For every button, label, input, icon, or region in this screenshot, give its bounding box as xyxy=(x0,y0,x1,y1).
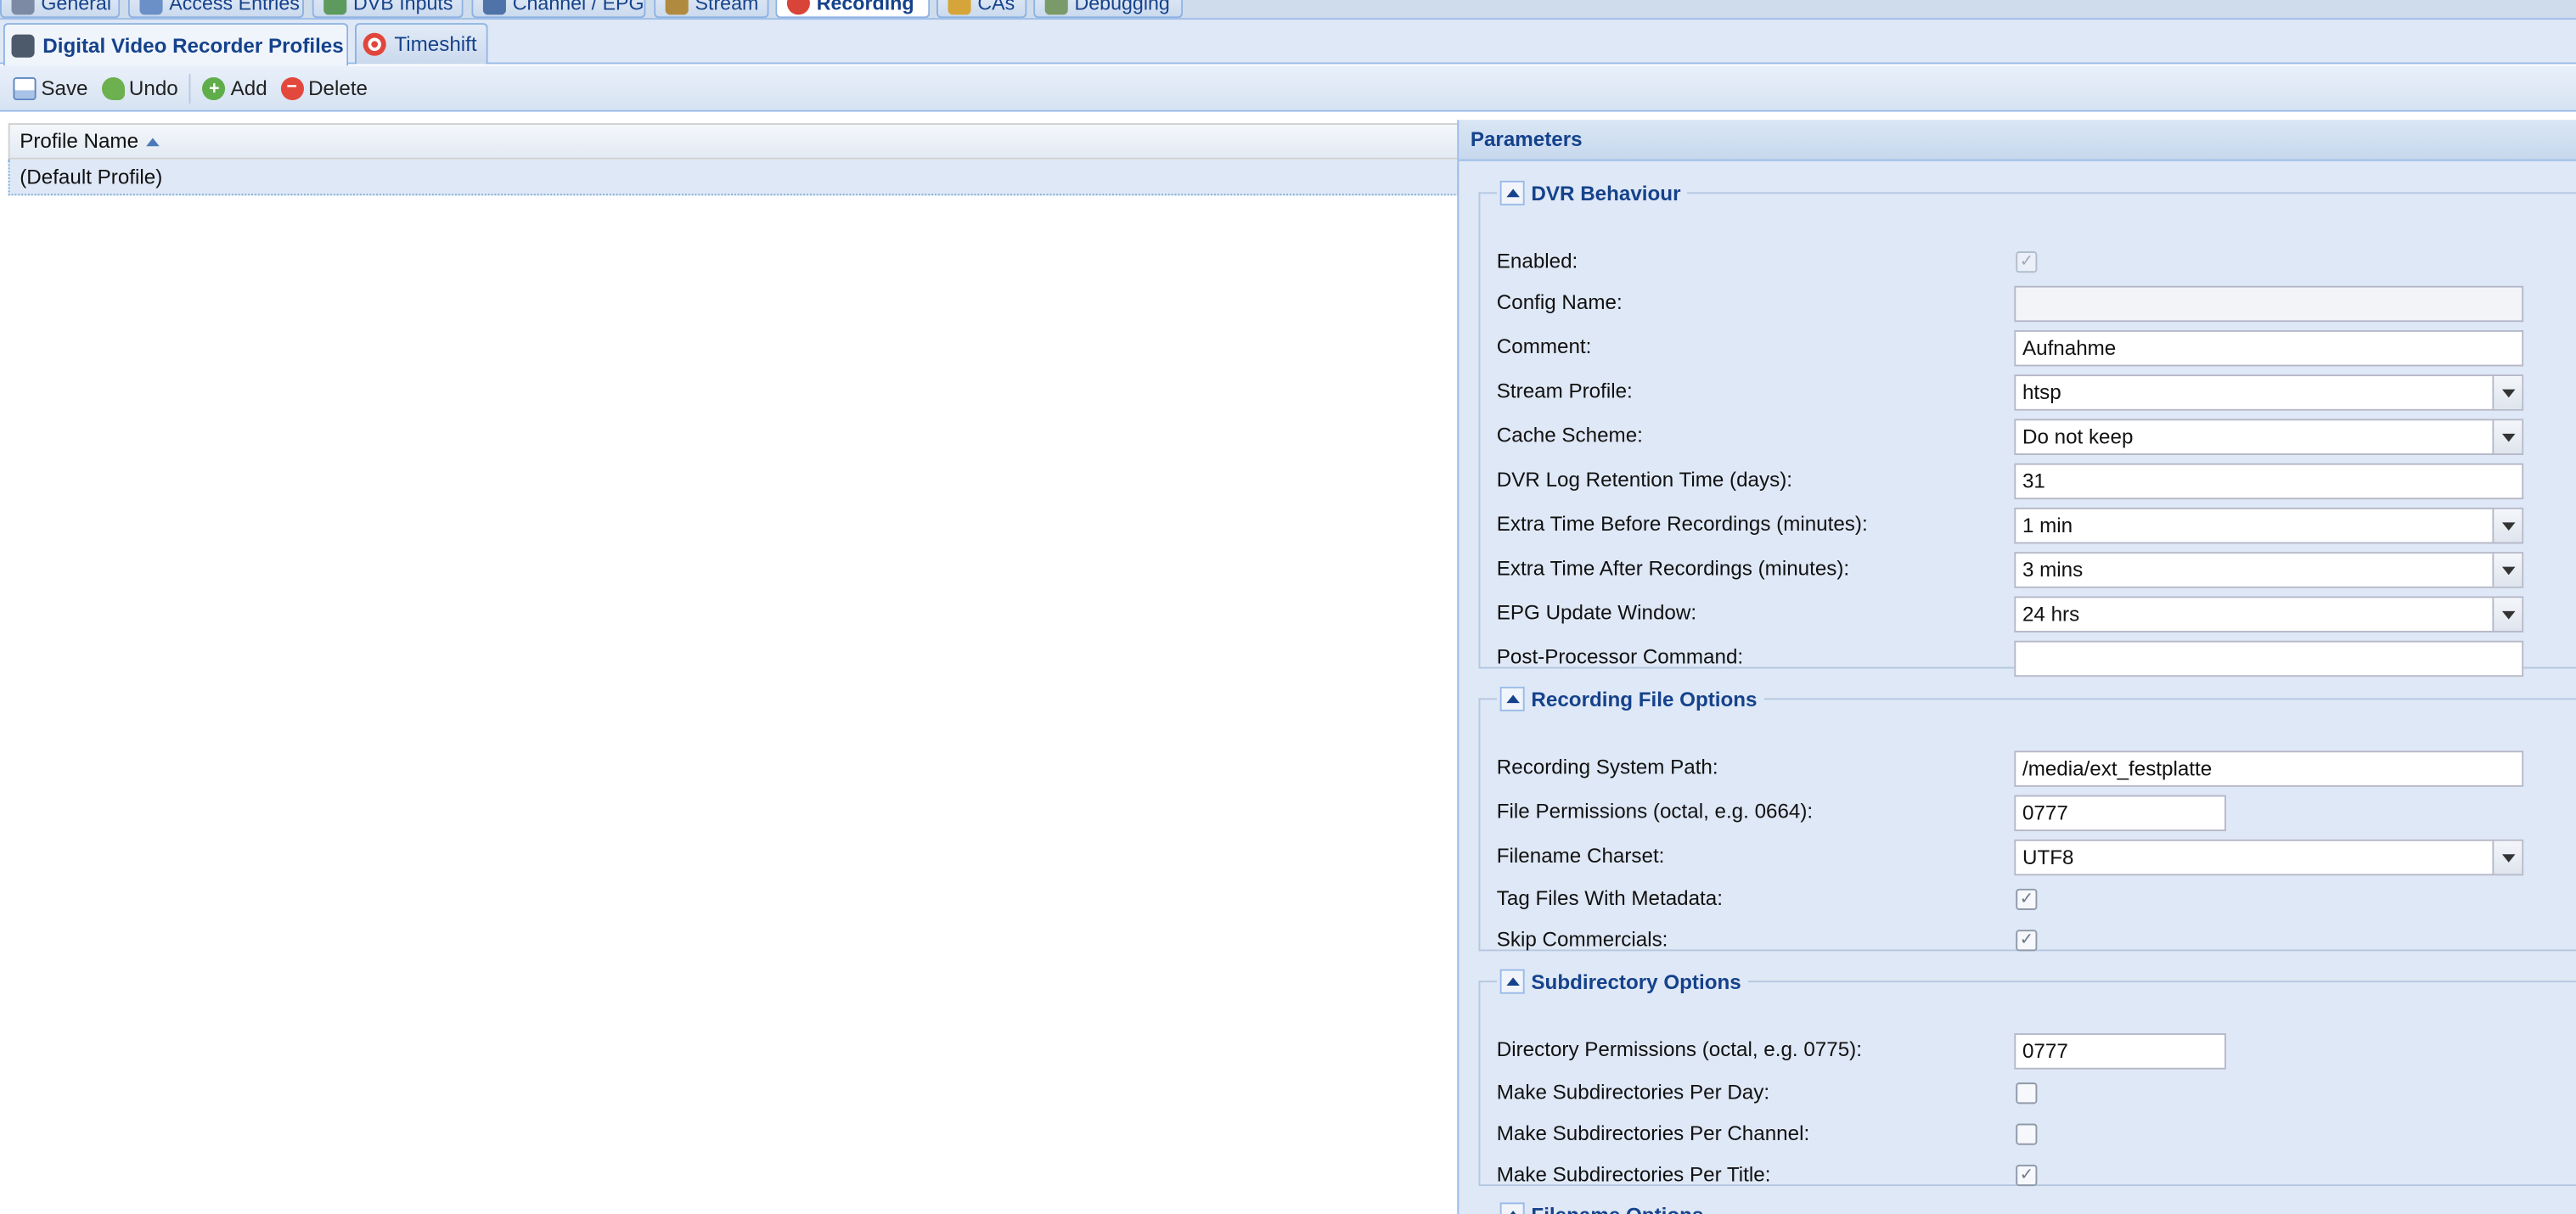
subdir-per-day-checkbox[interactable] xyxy=(2016,1082,2038,1104)
filename-charset-row: Filename Charset: UTF8 xyxy=(1497,839,2576,876)
extra-after-row: Extra Time After Recordings (minutes): 3 … xyxy=(1497,552,2576,588)
wrench-icon xyxy=(11,0,35,15)
add-button[interactable]: + Add xyxy=(196,76,273,100)
chevron-down-icon[interactable] xyxy=(2492,554,2523,587)
extra-before-select[interactable]: 1 min xyxy=(2014,507,2524,544)
tag-files-row: Tag Files With Metadata: ✓ xyxy=(1497,882,2576,919)
config-name-row: Config Name: xyxy=(1497,285,2576,323)
parameters-panel: Parameters DVR Behaviour Enabled: ✓ Confi… xyxy=(1457,120,2576,1214)
undo-button[interactable]: Undo xyxy=(94,76,184,100)
file-permissions-input[interactable] xyxy=(2014,795,2226,832)
comment-input[interactable] xyxy=(2014,329,2524,367)
collapse-toggle-icon[interactable] xyxy=(1499,969,1525,994)
config-name-input[interactable] xyxy=(2014,285,2524,323)
stream-profile-row: Stream Profile: htsp xyxy=(1497,374,2576,411)
cache-scheme-select[interactable]: Do not keep xyxy=(2014,419,2524,455)
tab-recording[interactable]: Recording xyxy=(775,0,931,19)
users-icon xyxy=(139,0,163,15)
column-header-profile-name[interactable]: Profile Name xyxy=(8,123,1460,160)
save-icon xyxy=(13,76,37,100)
tab-cas[interactable]: CAs xyxy=(936,0,1027,19)
stream-icon xyxy=(665,0,689,15)
dvr-behaviour-fieldset: DVR Behaviour Enabled: ✓ Config Name: Com… xyxy=(1478,180,2576,677)
tab-timeshift[interactable]: Timeshift xyxy=(354,23,488,65)
key-icon xyxy=(948,0,971,15)
chevron-down-icon[interactable] xyxy=(2492,840,2523,874)
toolbar: Save Undo + Add − Delete xyxy=(0,65,2576,112)
recording-file-legend: Recording File Options xyxy=(1531,687,1758,711)
timeshift-icon xyxy=(363,32,386,56)
enabled-row: Enabled: ✓ xyxy=(1497,244,2576,281)
antenna-icon xyxy=(323,0,347,15)
extra-before-row: Extra Time Before Recordings (minutes): 1… xyxy=(1497,507,2576,544)
chevron-down-icon[interactable] xyxy=(2492,376,2523,409)
epg-window-row: EPG Update Window: 24 hrs xyxy=(1497,596,2576,632)
subdirectory-legend: Subdirectory Options xyxy=(1531,970,1741,993)
chevron-down-icon[interactable] xyxy=(2492,598,2523,632)
skip-commercials-row: Skip Commercials: ✓ xyxy=(1497,923,2576,959)
directory-permissions-row: Directory Permissions (octal, e.g. 0775)… xyxy=(1497,1033,2576,1070)
video-recorder-icon xyxy=(11,33,35,57)
comment-row: Comment: xyxy=(1497,329,2576,367)
delete-icon: − xyxy=(280,76,304,100)
undo-icon xyxy=(101,76,125,100)
retention-row: DVR Log Retention Time (days): xyxy=(1497,463,2576,500)
save-button[interactable]: Save xyxy=(7,76,95,100)
extra-after-select[interactable]: 3 mins xyxy=(2014,552,2524,588)
delete-button[interactable]: − Delete xyxy=(273,76,374,100)
chevron-down-icon[interactable] xyxy=(2492,420,2523,454)
directory-permissions-input[interactable] xyxy=(2014,1033,2226,1070)
profiles-grid: Profile Name (Default Profile) xyxy=(8,123,1460,1214)
sort-ascending-icon xyxy=(146,137,160,146)
retention-input[interactable] xyxy=(2014,463,2524,500)
collapse-toggle-icon[interactable] xyxy=(1499,686,1525,711)
system-path-input[interactable] xyxy=(2014,750,2524,787)
subdir-per-channel-row: Make Subdirectories Per Channel: xyxy=(1497,1117,2576,1154)
subdir-per-day-row: Make Subdirectories Per Day: xyxy=(1497,1076,2576,1112)
tag-files-checkbox[interactable]: ✓ xyxy=(2016,888,2038,910)
subdir-per-title-checkbox[interactable]: ✓ xyxy=(2016,1164,2038,1187)
tab-general[interactable]: General xyxy=(0,0,121,19)
toolbar-separator xyxy=(189,73,192,103)
epg-window-select[interactable]: 24 hrs xyxy=(2014,596,2524,632)
record-icon xyxy=(786,0,810,15)
cache-scheme-row: Cache Scheme: Do not keep xyxy=(1497,419,2576,455)
post-processor-input[interactable] xyxy=(2014,640,2524,677)
table-row[interactable]: (Default Profile) xyxy=(8,159,1460,196)
collapse-toggle-icon[interactable] xyxy=(1499,180,1525,205)
post-processor-row: Post-Processor Command: xyxy=(1497,640,2576,677)
subdir-per-title-row: Make Subdirectories Per Title: ✓ xyxy=(1497,1158,2576,1194)
filename-charset-select[interactable]: UTF8 xyxy=(2014,839,2524,876)
subdirectory-fieldset: Subdirectory Options Directory Permissio… xyxy=(1478,969,2576,1187)
recording-file-fieldset: Recording File Options Recording System … xyxy=(1478,686,2576,952)
bug-icon xyxy=(1044,0,1068,15)
tab-access-entries[interactable]: Access Entries xyxy=(127,0,304,19)
chevron-down-icon[interactable] xyxy=(2492,509,2523,542)
filename-options-legend: Filename Options xyxy=(1531,1203,1703,1214)
tv-icon xyxy=(482,0,506,15)
skip-commercials-checkbox[interactable]: ✓ xyxy=(2016,930,2038,952)
tab-debugging[interactable]: Debugging xyxy=(1033,0,1184,19)
dvr-behaviour-legend: DVR Behaviour xyxy=(1531,181,1681,205)
parameters-title: Parameters xyxy=(1459,120,2576,161)
subdir-per-channel-checkbox[interactable] xyxy=(2016,1123,2038,1145)
tab-channel-epg[interactable]: Channel / EPG xyxy=(471,0,646,19)
enabled-checkbox: ✓ xyxy=(2016,251,2038,273)
tab-dvb-inputs[interactable]: DVB Inputs xyxy=(312,0,464,19)
tab-stream[interactable]: Stream xyxy=(654,0,769,19)
system-path-row: Recording System Path: xyxy=(1497,750,2576,787)
filename-options-fieldset: Filename Options xyxy=(1478,1202,2576,1214)
tab-dvr-profiles[interactable]: Digital Video Recorder Profiles xyxy=(3,23,349,66)
add-icon: + xyxy=(202,76,226,100)
stream-profile-select[interactable]: htsp xyxy=(2014,374,2524,411)
main-tab-bar: General Access Entries DVB Inputs Channe… xyxy=(0,0,2576,20)
collapse-toggle-icon[interactable] xyxy=(1499,1202,1525,1214)
sub-tab-bar: Digital Video Recorder Profiles Timeshif… xyxy=(0,20,2576,66)
file-permissions-row: File Permissions (octal, e.g. 0664): xyxy=(1497,795,2576,832)
